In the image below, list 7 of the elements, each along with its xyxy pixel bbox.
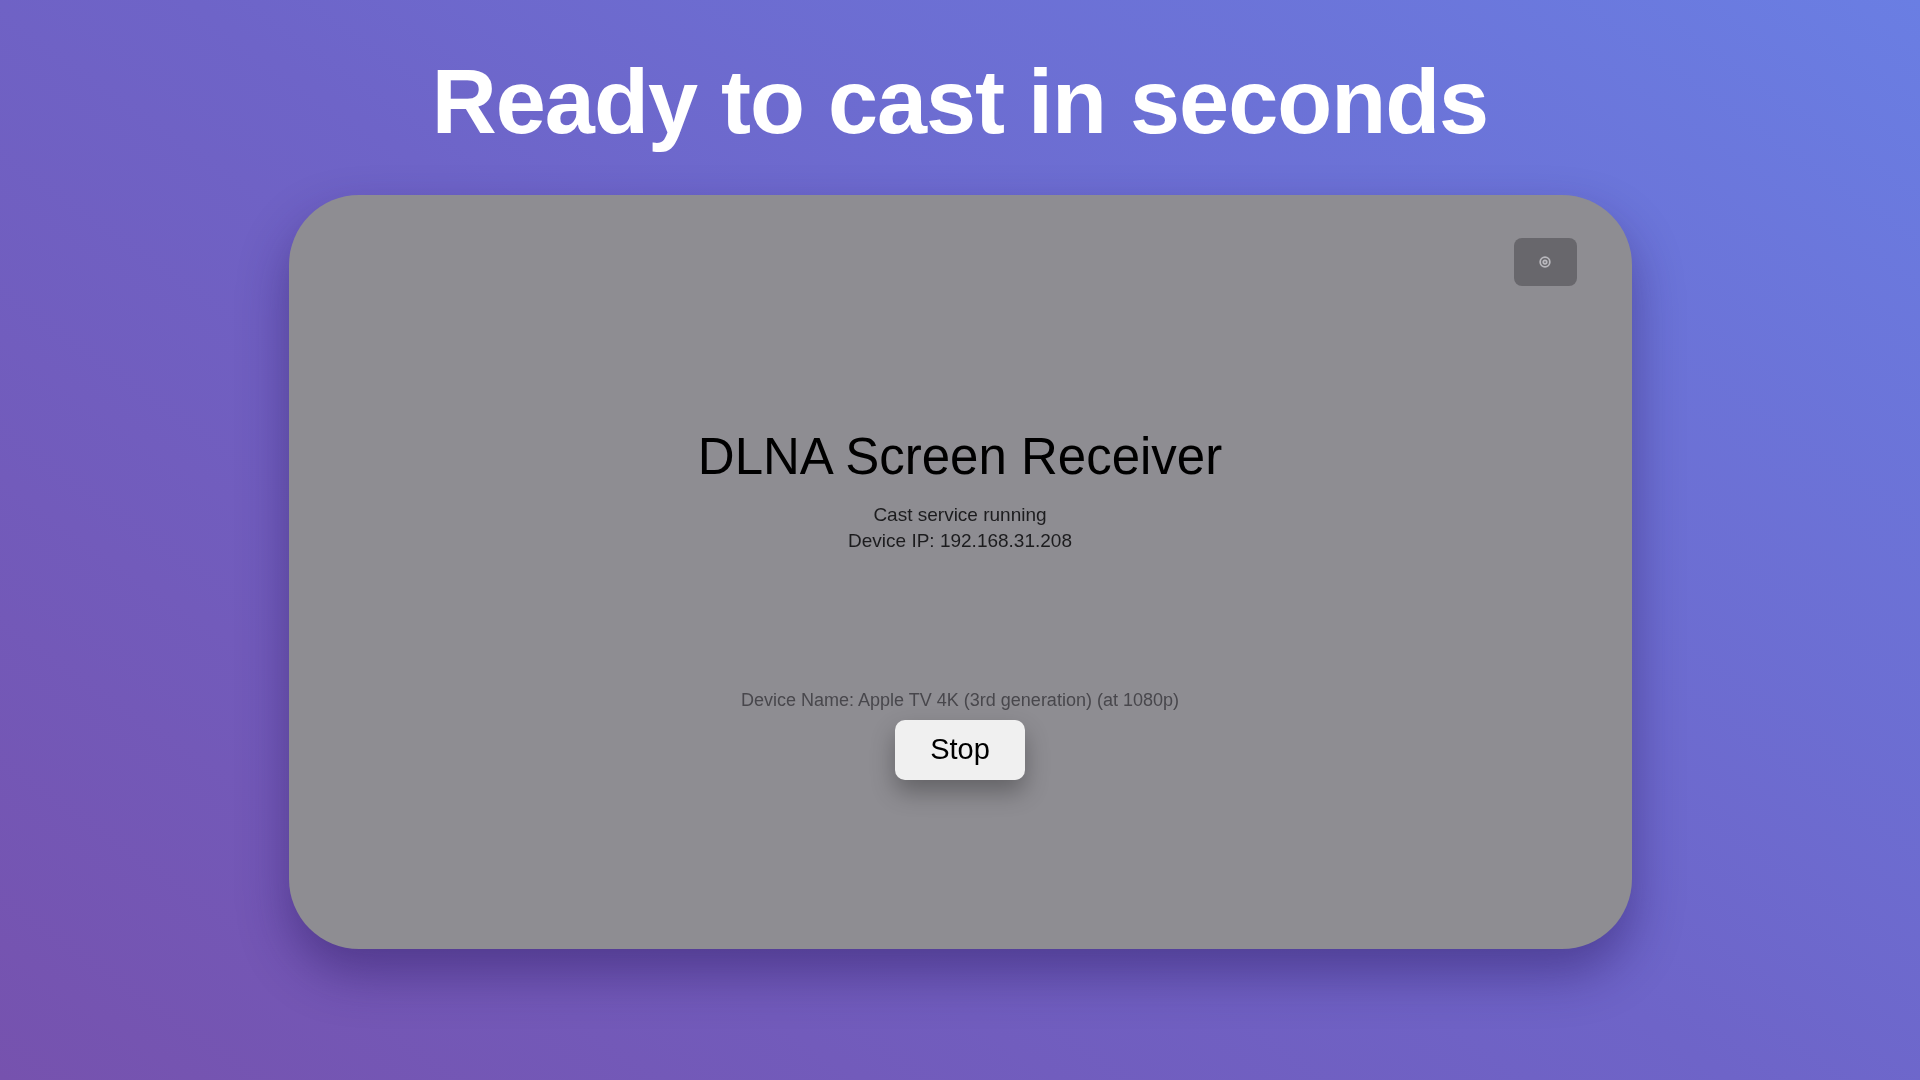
device-name-text: Device Name: Apple TV 4K (3rd generation) (at 1080p): [741, 689, 1179, 712]
device-ip-text: Device IP: 192.168.31.208: [848, 529, 1072, 553]
status-text: Cast service running: [873, 503, 1047, 527]
settings-icon: [1538, 255, 1552, 269]
settings-button[interactable]: [1513, 238, 1577, 286]
app-title: DLNA Screen Receiver: [697, 427, 1223, 487]
stop-button[interactable]: Stop: [895, 720, 1025, 780]
